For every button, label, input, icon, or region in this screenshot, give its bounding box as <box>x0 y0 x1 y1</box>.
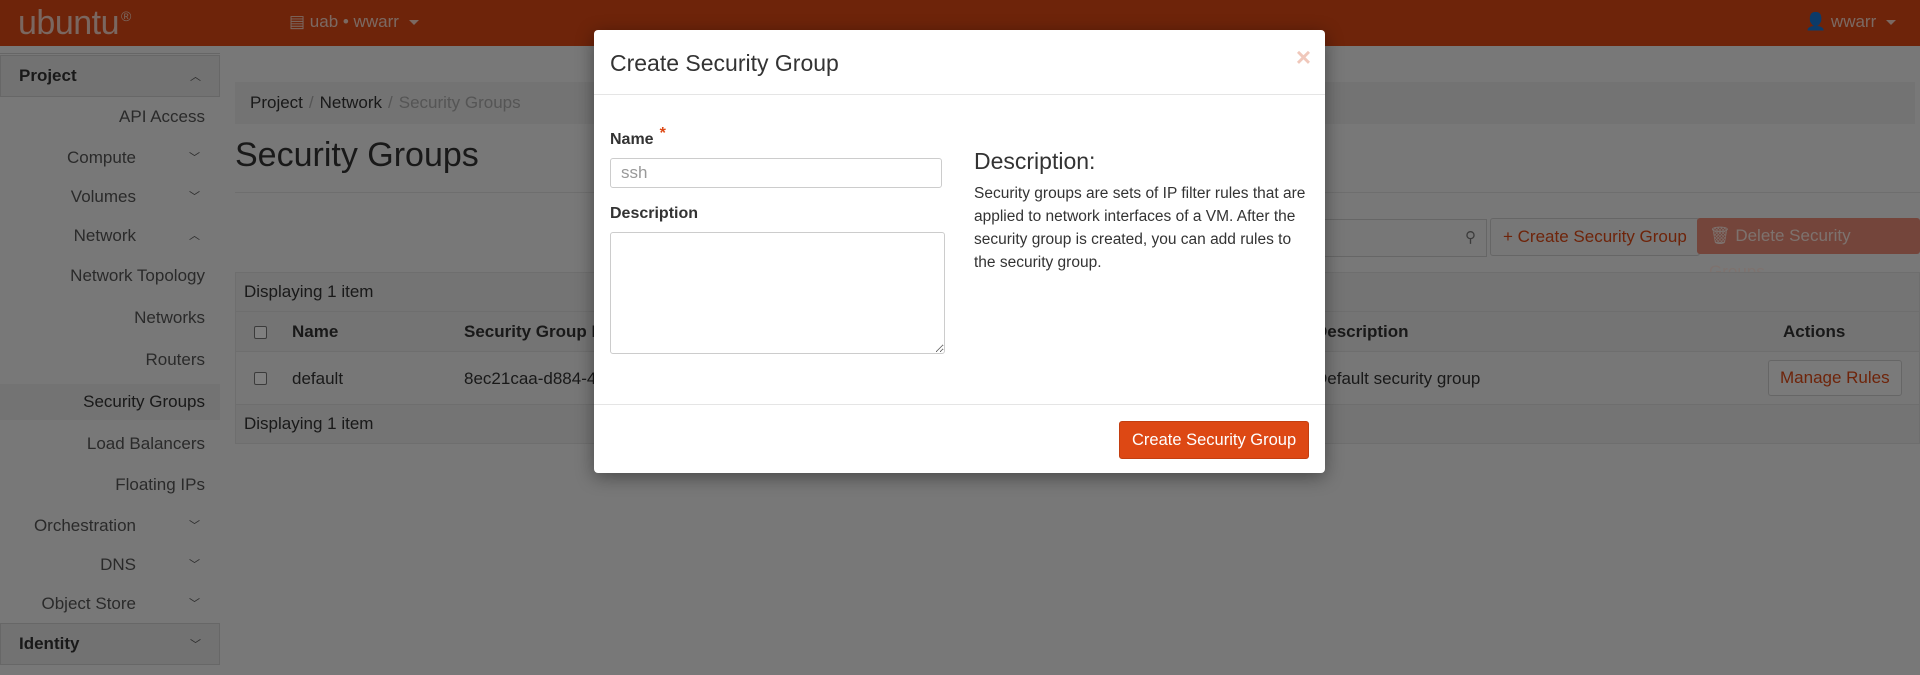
close-icon[interactable]: × <box>1296 42 1311 73</box>
required-marker: * <box>659 125 666 142</box>
description-label: Description <box>610 205 699 222</box>
create-security-group-submit-button[interactable]: Create Security Group <box>1119 421 1310 459</box>
create-security-group-modal: Create Security Group × Name* Descriptio… <box>594 30 1325 473</box>
modal-footer-divider <box>594 404 1325 405</box>
name-label: Name * <box>610 125 666 148</box>
modal-title: Create Security Group <box>610 50 839 76</box>
name-field[interactable] <box>610 158 942 188</box>
help-text: Security groups are sets of IP filter ru… <box>974 185 1306 271</box>
modal-header: Create Security Group × <box>594 30 1325 95</box>
description-field[interactable] <box>610 232 945 354</box>
help-title: Description: <box>974 148 1096 174</box>
